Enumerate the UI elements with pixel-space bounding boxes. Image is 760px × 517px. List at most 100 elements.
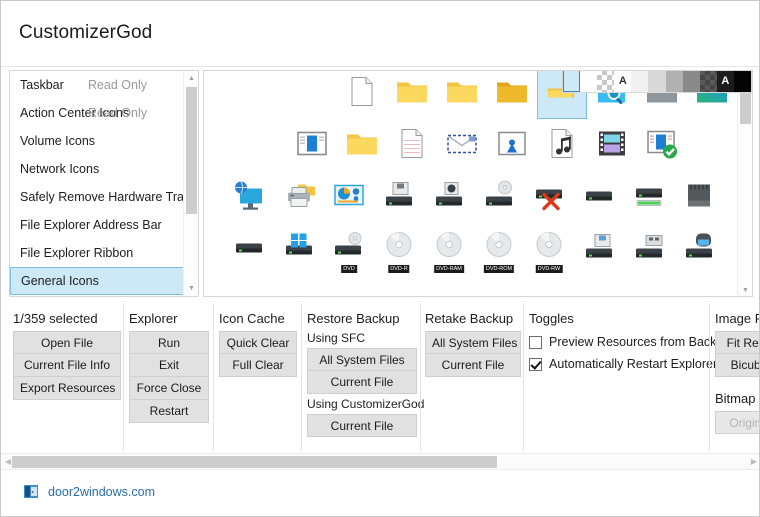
icon-cell[interactable] (287, 121, 337, 171)
title-bar: CustomizerGod (1, 1, 759, 67)
icon-cell[interactable] (487, 121, 537, 171)
swatch-light-blue[interactable] (563, 71, 581, 92)
explorer-exit-button[interactable]: Exit (129, 354, 209, 377)
divider (420, 303, 421, 451)
swatch-checker[interactable] (597, 71, 615, 92)
divider (123, 303, 124, 451)
image-resize-column: Image R Fit Resiz Bicubic Bitmap F Origi… (715, 311, 760, 434)
icon-cell[interactable] (487, 71, 537, 119)
image-resize-bicubic-button[interactable]: Bicubic (715, 354, 759, 377)
icon-cell[interactable]: DVD-RW (524, 225, 574, 275)
horizontal-scrollbar[interactable]: ◀ ▶ (1, 453, 759, 470)
toggle-preview-resources-row[interactable]: Preview Resources from Backup (529, 331, 730, 353)
toggle-auto-restart-row[interactable]: Automatically Restart Explorer (529, 353, 717, 375)
icon-cache-quick-clear-button[interactable]: Quick Clear (219, 331, 297, 354)
image-resize-fit-button[interactable]: Fit Resiz (715, 331, 759, 354)
checkbox-auto-restart-explorer[interactable] (529, 357, 542, 371)
icon-preview-grid[interactable]: DVDDVD-RDVD-RAMDVD-ROMDVD-RW AA ▲ ▼ (203, 70, 753, 297)
icon-cell[interactable] (374, 173, 424, 223)
retake-current-file-button[interactable]: Current File (425, 354, 521, 377)
sidebar-item-label: Volume Icons (20, 134, 96, 148)
swatch-light-gray[interactable] (648, 71, 666, 92)
icon-cell[interactable] (674, 173, 724, 223)
swatch-white[interactable] (580, 71, 598, 92)
icon-cell[interactable] (574, 173, 624, 223)
icon-cell[interactable] (587, 121, 637, 171)
sidebar-item-safely-remove-hardware-tray-icon[interactable]: Safely Remove Hardware Tray Icon (10, 183, 185, 211)
icon-cell[interactable] (337, 71, 387, 119)
restore-cg-current-file-button[interactable]: Current File (307, 414, 417, 437)
icon-grid-scroll-thumb[interactable] (740, 88, 751, 124)
background-swatch-bar[interactable]: AA (562, 71, 752, 93)
icon-cell[interactable] (437, 71, 487, 119)
brand-link[interactable]: door2windows.com (23, 483, 155, 500)
customizergod-window: CustomizerGod Taskbar Read Only Action Cen… (0, 0, 760, 517)
icon-cell[interactable] (387, 121, 437, 171)
icon-cell[interactable]: DVD-ROM (474, 225, 524, 275)
icon-grid-scrollbar[interactable]: ▲ ▼ (737, 71, 752, 296)
swatch-gray[interactable] (665, 71, 683, 92)
export-resources-button[interactable]: Export Resources (13, 377, 121, 400)
icon-cell-label: DVD-ROM (483, 265, 515, 273)
checkbox-preview-resources[interactable] (529, 335, 542, 349)
dvd-r-disc-icon (382, 231, 416, 270)
retake-all-system-files-button[interactable]: All System Files (425, 331, 521, 354)
swatch-black-a[interactable]: A (716, 71, 734, 92)
sidebar-item-volume-icons[interactable]: Volume Icons (10, 127, 185, 155)
icon-cell[interactable] (274, 173, 324, 223)
icon-cell[interactable] (387, 71, 437, 119)
divider (523, 303, 524, 451)
sidebar-scroll-thumb[interactable] (186, 87, 197, 214)
icon-cell[interactable] (224, 225, 274, 275)
explorer-restart-button[interactable]: Restart (129, 400, 209, 423)
icon-cell[interactable] (524, 173, 574, 223)
icon-cell[interactable] (324, 173, 374, 223)
icon-cell[interactable]: DVD-R (374, 225, 424, 275)
restore-sfc-current-file-button[interactable]: Current File (307, 371, 417, 394)
chevron-down-icon[interactable]: ▼ (184, 281, 198, 296)
icon-cell[interactable]: DVD-RAM (424, 225, 474, 275)
restore-sfc-all-system-files-button[interactable]: All System Files (307, 348, 417, 371)
swatch-letter-a: A (721, 75, 730, 87)
icon-cell[interactable] (624, 173, 674, 223)
sidebar-item-file-explorer-ribbon[interactable]: File Explorer Ribbon (10, 239, 185, 267)
icon-cell[interactable] (424, 173, 474, 223)
swatch-dark-gray[interactable] (682, 71, 700, 92)
horizontal-scroll-thumb[interactable] (12, 456, 497, 468)
sidebar-item-network-icons[interactable]: Network Icons (10, 155, 185, 183)
icon-cell[interactable] (474, 173, 524, 223)
chevron-right-icon[interactable]: ▶ (747, 454, 759, 470)
swatch-checker-dark[interactable] (699, 71, 717, 92)
icon-cell[interactable] (537, 121, 587, 171)
usb-drive-icon (632, 231, 666, 270)
sidebar-scrollbar[interactable]: ▲ ▼ (183, 71, 198, 296)
lined-document-icon (395, 127, 429, 166)
icon-cell[interactable] (437, 121, 487, 171)
sidebar-item-general-icons[interactable]: General Icons (10, 267, 185, 295)
sidebar-item-file-explorer-address-bar[interactable]: File Explorer Address Bar (10, 211, 185, 239)
icon-cell[interactable] (637, 121, 687, 171)
chevron-up-icon[interactable]: ▲ (184, 71, 198, 86)
icon-cell[interactable] (624, 225, 674, 275)
icon-cell[interactable] (337, 121, 387, 171)
explorer-run-button[interactable]: Run (129, 331, 209, 354)
resource-category-list[interactable]: Taskbar Read Only Action Center Icons Read … (9, 70, 199, 297)
image-resize-section-title: Image R (715, 311, 760, 326)
icon-cache-column: Icon Cache Quick Clear Full Clear (219, 311, 297, 377)
open-file-button[interactable]: Open File (13, 331, 121, 354)
icon-cell[interactable] (674, 225, 724, 275)
sidebar-item-action-center-icons[interactable]: Action Center Icons Read Only (10, 99, 185, 127)
icon-cell[interactable] (274, 225, 324, 275)
icon-cache-full-clear-button[interactable]: Full Clear (219, 354, 297, 377)
icon-cell[interactable] (224, 173, 274, 223)
chevron-down-icon[interactable]: ▼ (738, 283, 752, 296)
swatch-white-a[interactable]: A (614, 71, 632, 92)
sidebar-item-taskbar[interactable]: Taskbar Read Only (10, 71, 185, 99)
blank-document-icon (345, 75, 379, 114)
explorer-force-close-button[interactable]: Force Close (129, 377, 209, 400)
icon-cell[interactable] (574, 225, 624, 275)
swatch-black[interactable] (733, 71, 752, 92)
swatch-near-white[interactable] (631, 71, 649, 92)
icon-cell[interactable]: DVD (324, 225, 374, 275)
current-file-info-button[interactable]: Current File Info (13, 354, 121, 377)
